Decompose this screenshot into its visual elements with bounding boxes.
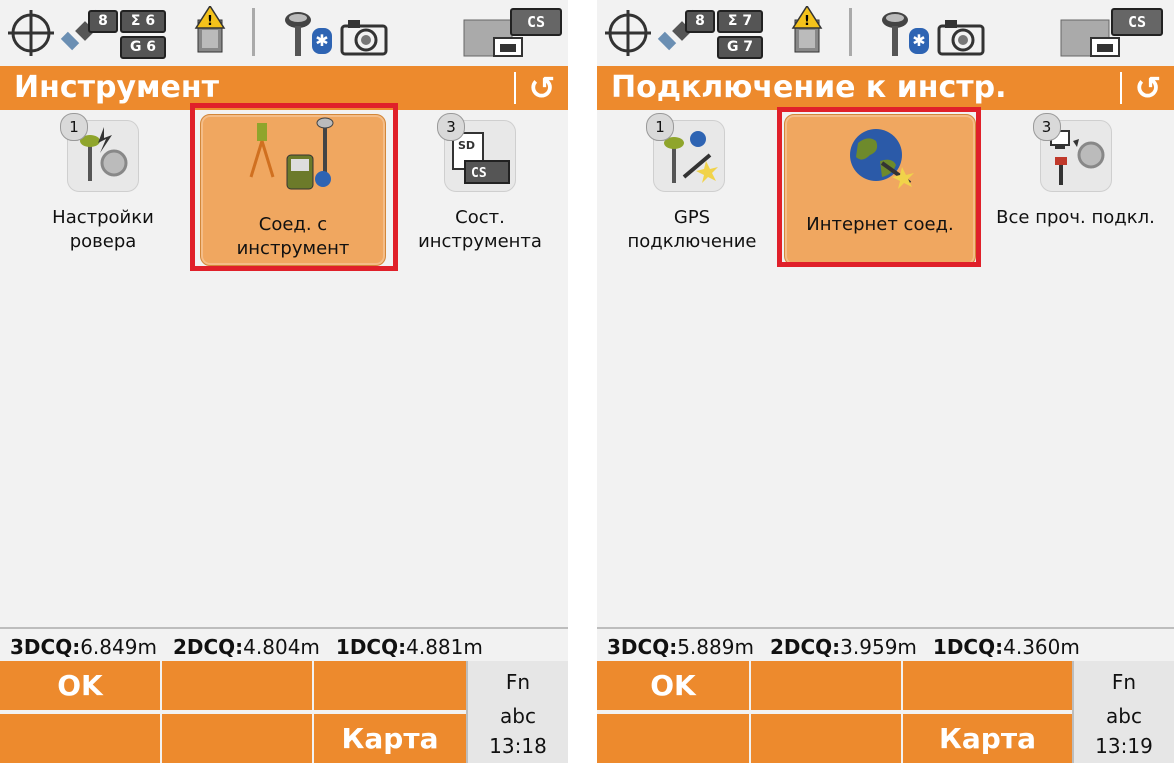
softkey-f2[interactable] [162, 661, 312, 710]
sigma-count-badge: Σ 7 [717, 10, 763, 33]
status-bar: 8 Σ 7 G 7 ! ✱ CS [597, 0, 1174, 66]
softkey-f3[interactable] [903, 661, 1072, 710]
tile-label: Настройки ровера [52, 207, 154, 252]
back-icon[interactable]: ↺ [1128, 66, 1168, 110]
input-mode-label: abc [500, 704, 536, 728]
clock: 13:19 [1095, 734, 1153, 758]
other-connections-icon: 3 [1032, 113, 1112, 192]
svg-text:SD: SD [458, 139, 475, 152]
softkey-f3[interactable] [314, 661, 466, 710]
instrument-status-icon: 3 SD CS [437, 113, 516, 192]
coordinate-quality-bar: 3DCQ:5.889m 2DCQ:3.959m 1DCQ:4.360m [597, 627, 1174, 661]
antenna-icon[interactable] [284, 10, 312, 56]
rover-settings-icon: 1 [60, 113, 139, 192]
dcq2-label: 2DCQ: [172, 635, 244, 659]
map-button[interactable]: Карта [903, 714, 1072, 763]
tile-number: 1 [646, 113, 674, 141]
dcq2-value: 4.804m [243, 635, 320, 659]
fn-status-box[interactable]: Fn abc 13:18 [466, 661, 568, 763]
softkey-f2[interactable] [751, 661, 901, 710]
fn-label: Fn [1111, 670, 1137, 694]
fn-status-box[interactable]: Fn abc 13:19 [1072, 661, 1174, 763]
satellite-count-badge: 8 [685, 10, 715, 33]
antenna-icon[interactable] [881, 10, 909, 56]
title-divider [1120, 72, 1122, 104]
camera-icon[interactable] [937, 18, 985, 56]
satellite-count-badge: 8 [88, 10, 118, 33]
input-mode-label: abc [1106, 704, 1142, 728]
cs-device-badge[interactable]: CS [510, 8, 562, 36]
status-divider [849, 8, 852, 56]
title-divider [514, 72, 516, 104]
menu-item-gps-connection[interactable]: 1 GPS подключение [597, 113, 787, 264]
dcq1-label: 1DCQ: [932, 635, 1004, 659]
battery-warning-icon[interactable]: ! [791, 6, 825, 54]
page-title: Инструмент [14, 70, 220, 105]
map-button[interactable]: Карта [314, 714, 466, 763]
menu-item-instrument-status[interactable]: 3 SD CS Сост. инструмента [392, 113, 568, 264]
dcq1-value: 4.360m [1003, 635, 1080, 659]
softkey-bar: OK Карта [597, 661, 1072, 763]
title-bar: Подключение к инстр. ↺ [597, 66, 1174, 110]
softkey-f5[interactable] [162, 714, 312, 763]
page-title: Подключение к инстр. [611, 70, 1007, 105]
gps-connection-icon: 1 [646, 113, 725, 192]
tile-label: Сост. инструмента [418, 207, 542, 252]
svg-text:!: ! [804, 14, 810, 29]
coordinate-quality-bar: 3DCQ:6.849m 2DCQ:4.804m 1DCQ:4.881m [0, 627, 568, 661]
softkey-f4[interactable] [597, 714, 749, 763]
dcq1-value: 4.881m [406, 635, 483, 659]
battery-warning-icon[interactable]: ! [194, 6, 228, 54]
back-icon[interactable]: ↺ [522, 66, 562, 110]
menu-item-rover-settings[interactable]: 1 Настройки ровера [8, 113, 198, 264]
dcq3-label: 3DCQ: [607, 635, 678, 659]
crosshair-icon[interactable] [605, 10, 651, 56]
ok-button[interactable]: OK [597, 661, 749, 710]
tile-label: Все проч. подкл. [996, 207, 1155, 228]
softkey-f5[interactable] [751, 714, 901, 763]
dcq3-label: 3DCQ: [10, 635, 81, 659]
crosshair-icon[interactable] [8, 10, 54, 56]
tile-label: GPS подключение [627, 207, 757, 252]
dcq2-label: 2DCQ: [769, 635, 841, 659]
ok-button[interactable]: OK [0, 661, 160, 710]
highlight-frame [190, 103, 398, 271]
dcq2-value: 3.959m [840, 635, 917, 659]
sigma-count-badge: Σ 6 [120, 10, 166, 33]
cs-device-badge[interactable]: CS [1111, 8, 1163, 36]
fn-label: Fn [505, 670, 531, 694]
softkey-f4[interactable] [0, 714, 160, 763]
tile-number: 3 [1032, 113, 1061, 141]
dcq3-value: 6.849m [80, 635, 157, 659]
bluetooth-icon: ✱ [312, 28, 332, 54]
gnss-count-badge: G 7 [717, 36, 763, 59]
tile-number: 1 [60, 113, 88, 141]
svg-text:CS: CS [471, 166, 487, 181]
gnss-count-badge: G 6 [120, 36, 166, 59]
highlight-frame [777, 107, 981, 267]
menu-item-other-connections[interactable]: 3 Все проч. подкл. [977, 113, 1174, 264]
status-divider [252, 8, 255, 56]
softkey-bar: OK Карта [0, 661, 466, 763]
clock: 13:18 [489, 734, 547, 758]
tile-number: 3 [437, 113, 465, 141]
bluetooth-icon: ✱ [909, 28, 929, 54]
dcq3-value: 5.889m [677, 635, 754, 659]
camera-icon[interactable] [340, 18, 388, 56]
dcq1-label: 1DCQ: [335, 635, 407, 659]
status-bar: 8 Σ 6 G 6 ! ✱ CS [0, 0, 568, 66]
svg-text:!: ! [207, 14, 213, 29]
